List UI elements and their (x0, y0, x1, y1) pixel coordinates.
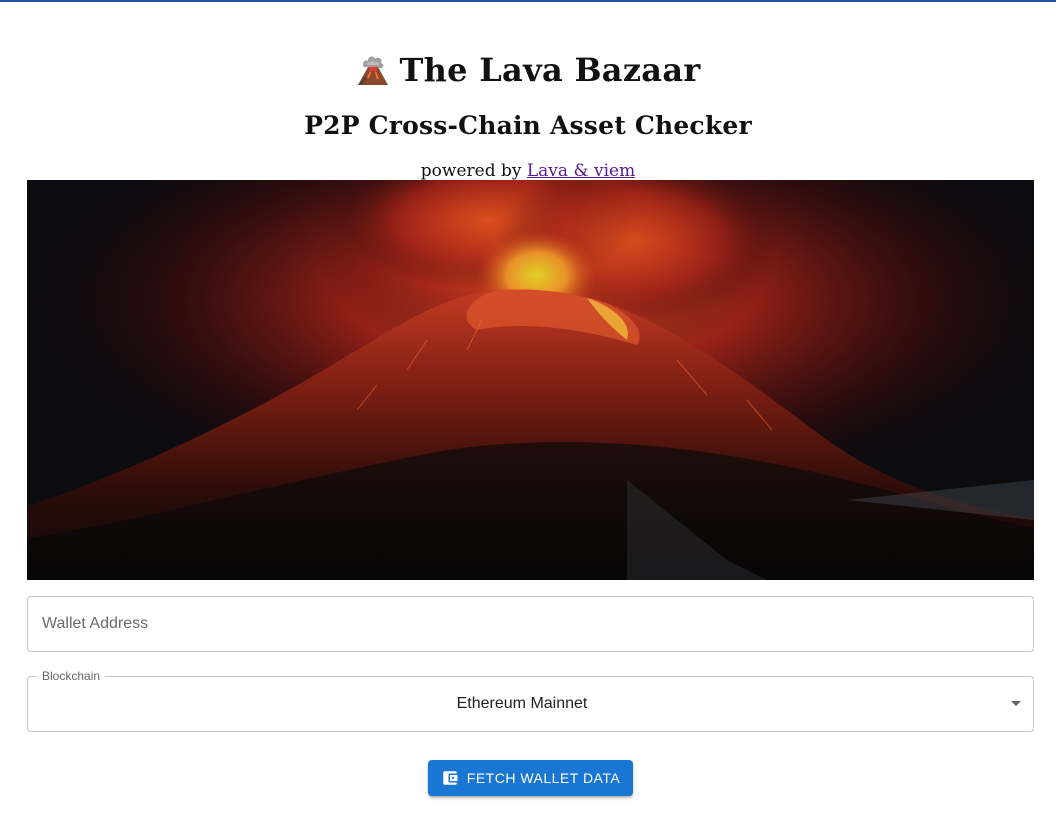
hero-image (27, 180, 1034, 580)
page-header: The Lava Bazaar (0, 44, 1056, 96)
fetch-button-label: FETCH WALLET DATA (466, 770, 621, 786)
volcano-image (27, 180, 1034, 580)
caret-down-icon[interactable] (1011, 701, 1021, 706)
powered-by: powered by Lava & viem (0, 160, 1056, 182)
volcano-icon (358, 56, 389, 85)
page-subtitle: P2P Cross-Chain Asset Checker (304, 111, 752, 140)
powered-by-text: powered by (420, 161, 527, 181)
fetch-wallet-data-button[interactable]: FETCH WALLET DATA (428, 760, 633, 796)
blockchain-select[interactable]: Blockchain Ethereum Mainnet (27, 669, 1034, 732)
blockchain-selected-value[interactable]: Ethereum Mainnet (28, 677, 1016, 731)
title-text: The Lava Bazaar (399, 51, 701, 89)
lava-viem-link[interactable]: Lava & viem (527, 161, 635, 181)
top-bar (0, 0, 1056, 2)
wallet-address-input[interactable] (28, 597, 1033, 651)
page-title: The Lava Bazaar (0, 44, 1056, 96)
wallet-address-field[interactable] (27, 596, 1034, 652)
wallet-icon (443, 771, 458, 785)
